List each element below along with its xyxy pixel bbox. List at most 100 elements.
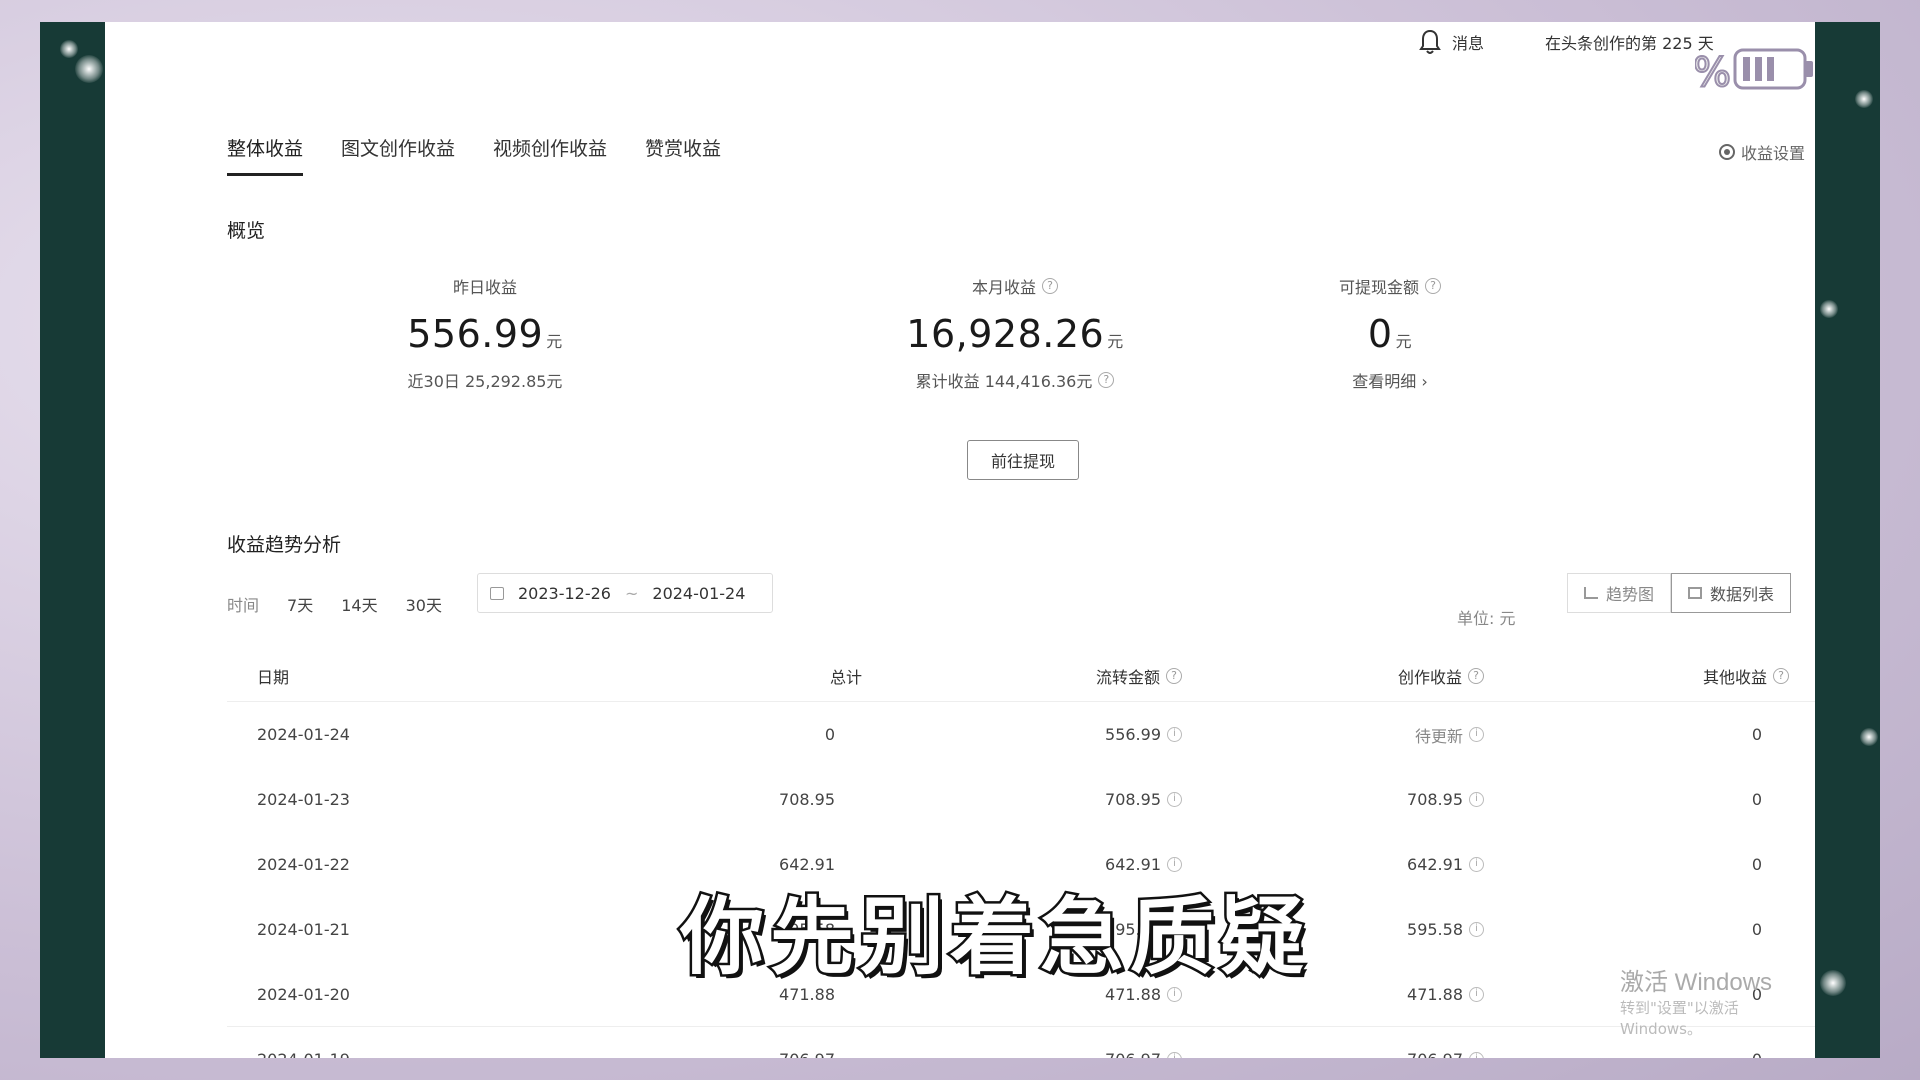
info-icon[interactable]: i xyxy=(1469,727,1484,742)
table-row: 2024-01-23 708.95 708.95 i 708.95 i 0 xyxy=(227,767,1815,832)
row-total: 706.97 xyxy=(779,1050,835,1058)
help-icon[interactable]: ? xyxy=(1773,667,1789,684)
yesterday-income-card: 昨日收益 556.99 元 近30日 25,292.85元 xyxy=(385,274,585,392)
help-icon[interactable]: ? xyxy=(1042,278,1058,294)
svg-text:%: % xyxy=(1695,50,1731,96)
data-list-label: 数据列表 xyxy=(1710,585,1775,604)
bell-icon[interactable] xyxy=(1418,28,1442,56)
info-icon[interactable]: i xyxy=(1167,1052,1182,1058)
header-total: 总计 xyxy=(829,667,862,687)
info-icon[interactable]: i xyxy=(1469,1052,1484,1058)
view-details-link[interactable]: 查看明细 › xyxy=(1352,368,1428,392)
tab-video-income[interactable]: 视频创作收益 xyxy=(493,134,607,176)
row-create: 706.97 xyxy=(1407,1050,1463,1058)
row-other: 0 xyxy=(1751,725,1762,744)
row-total: 708.95 xyxy=(779,790,835,809)
info-icon[interactable]: i xyxy=(1167,792,1182,807)
row-create: 708.95 xyxy=(1407,790,1463,809)
sparkle-decoration xyxy=(60,40,78,58)
trend-chart-button[interactable]: 趋势图 xyxy=(1567,573,1672,613)
info-icon[interactable]: i xyxy=(1469,986,1484,1002)
withdraw-button[interactable]: 前往提现 xyxy=(967,440,1079,480)
video-subtitle: 你先别着急质疑 xyxy=(677,886,1311,989)
header-other: 其他收益 xyxy=(1702,667,1767,687)
trend-chart-label: 趋势图 xyxy=(1606,585,1655,604)
row-date: 2024-01-22 xyxy=(257,855,350,874)
sparkle-decoration xyxy=(1855,90,1873,108)
help-icon[interactable]: ? xyxy=(1425,278,1441,294)
top-bar: 消息 在头条创作的第 225 天 % xyxy=(105,22,1815,96)
withdrawable-value: 0 xyxy=(1367,312,1393,356)
income-settings-link[interactable]: 收益设置 xyxy=(1718,140,1805,164)
messages-label[interactable]: 消息 xyxy=(1452,30,1484,54)
info-icon[interactable]: i xyxy=(1469,922,1484,937)
row-create: 待更新 xyxy=(1414,726,1463,746)
sparkle-decoration xyxy=(1820,970,1846,996)
row-other: 0 xyxy=(1751,790,1762,809)
yesterday-income-unit: 元 xyxy=(546,332,563,351)
row-flow: 556.99 xyxy=(1105,725,1161,744)
range-14-days[interactable]: 14天 xyxy=(341,592,377,616)
info-icon[interactable]: i xyxy=(1469,857,1484,872)
row-total: 0 xyxy=(824,725,835,744)
creator-days-label: 在头条创作的第 225 天 xyxy=(1545,34,1714,53)
table-row: 2024-01-24 0 556.99 i 待更新 i 0 xyxy=(227,702,1815,767)
date-separator: ~ xyxy=(624,583,639,603)
trend-title: 收益趋势分析 xyxy=(227,534,342,556)
row-other: 0 xyxy=(1752,1050,1762,1058)
sparkle-decoration xyxy=(1820,300,1838,318)
tab-article-income[interactable]: 图文创作收益 xyxy=(341,134,455,176)
withdrawable-card: 可提现金额? 0元 查看明细 › xyxy=(1300,274,1480,392)
monthly-income-label: 本月收益 xyxy=(971,278,1036,297)
row-flow: 708.95 xyxy=(1105,790,1161,809)
info-icon[interactable]: i xyxy=(1167,727,1182,742)
header-flow: 流转金额 xyxy=(1095,667,1160,687)
withdrawable-unit: 元 xyxy=(1395,332,1413,351)
tab-reward-income[interactable]: 赞赏收益 xyxy=(645,134,721,176)
row-date: 2024-01-19 xyxy=(227,1050,527,1058)
cumulative-income: 累计收益 144,416.36元 xyxy=(915,372,1093,391)
monthly-income-card: 本月收益? 16,928.26 元 累计收益 144,416.36元? xyxy=(885,274,1145,392)
monthly-income-unit: 元 xyxy=(1107,332,1124,351)
row-date: 2024-01-21 xyxy=(257,920,350,939)
windows-activation-hint: 转到"设置"以激活Windows。 xyxy=(1620,999,1739,1038)
gear-icon xyxy=(1718,144,1735,160)
row-create: 642.91 xyxy=(1407,855,1463,874)
sparkle-decoration xyxy=(75,55,103,83)
yesterday-income-label: 昨日收益 xyxy=(452,278,517,297)
table-row: 2024-01-19 706.97 706.97 i 706.97 i 0 xyxy=(227,1027,1815,1058)
sparkle-decoration xyxy=(1860,728,1878,746)
time-label: 时间 xyxy=(227,596,260,615)
yesterday-income-value: 556.99 xyxy=(407,312,544,356)
help-icon[interactable]: ? xyxy=(1098,372,1115,388)
windows-activation-watermark: 激活 Windows xyxy=(1620,969,1773,996)
monthly-income-value: 16,928.26 xyxy=(906,312,1105,356)
tab-overall-income[interactable]: 整体收益 xyxy=(227,134,304,176)
table-header: 日期 总计 流转金额? 创作收益? 其他收益? xyxy=(227,650,1815,702)
row-create: 595.58 xyxy=(1407,920,1463,939)
row-other: 0 xyxy=(1751,920,1762,939)
date-range-picker[interactable]: 2023-12-26 ~ 2024-01-24 xyxy=(477,573,773,613)
row-create: 471.88 xyxy=(1407,984,1463,1004)
view-toggle: 趋势图 数据列表 xyxy=(1567,573,1792,613)
row-date: 2024-01-23 xyxy=(257,790,350,809)
row-date: 2024-01-24 xyxy=(257,725,350,744)
unit-label: 单位: 元 xyxy=(1457,609,1516,628)
income-table: 日期 总计 流转金额? 创作收益? 其他收益? 2024-01-24 0 556… xyxy=(227,650,1815,1058)
range-30-days[interactable]: 30天 xyxy=(406,592,442,616)
line-chart-icon xyxy=(1584,587,1598,599)
data-list-button[interactable]: 数据列表 xyxy=(1671,573,1792,613)
income-settings-label: 收益设置 xyxy=(1740,144,1805,163)
row-other: 0 xyxy=(1751,855,1762,874)
range-7-days[interactable]: 7天 xyxy=(287,592,313,616)
income-tabs: 整体收益 图文创作收益 视频创作收益 赞赏收益 xyxy=(227,134,721,176)
calendar-icon xyxy=(490,586,504,600)
row-flow: 706.97 xyxy=(1105,1050,1161,1058)
info-icon[interactable]: i xyxy=(1469,792,1484,807)
help-icon[interactable]: ? xyxy=(1166,667,1182,684)
battery-icon: % xyxy=(1695,48,1813,96)
last-30-days-income: 近30日 25,292.85元 xyxy=(407,372,563,391)
overview-title: 概览 xyxy=(227,220,266,242)
time-filter: 时间 7天 14天 30天 xyxy=(227,592,442,616)
help-icon[interactable]: ? xyxy=(1468,667,1484,684)
